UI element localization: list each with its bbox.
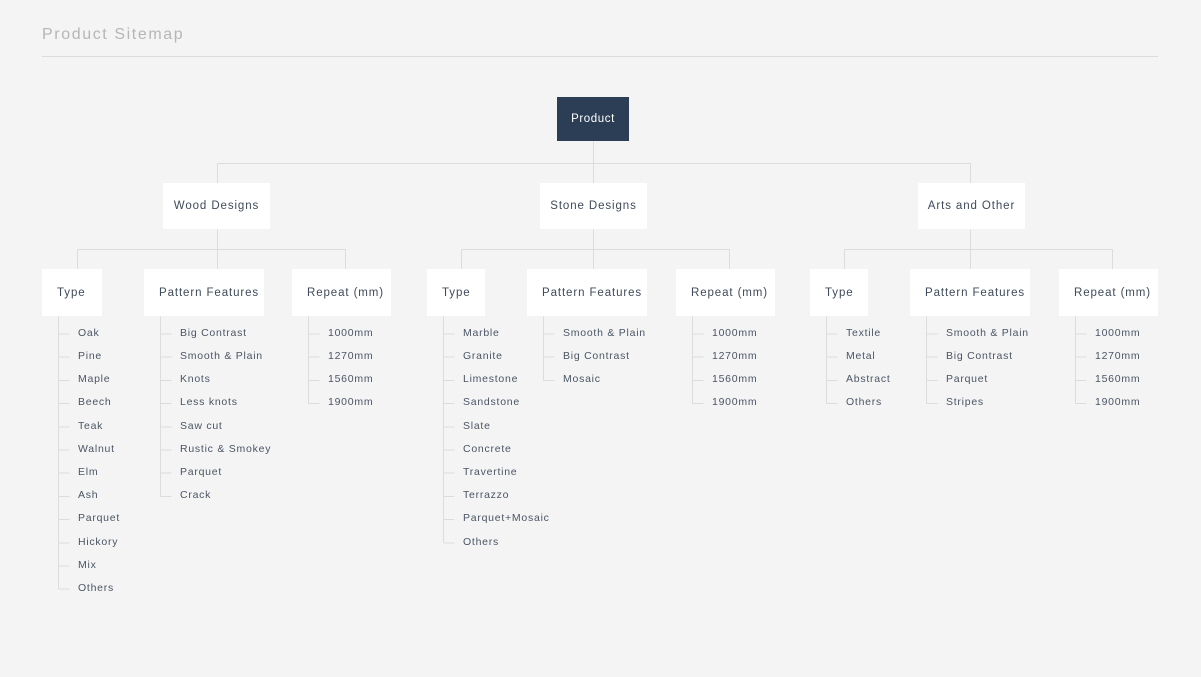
column-header-arts-and-other-pattern-features[interactable]: Pattern Features bbox=[910, 269, 1030, 316]
node-wood-designs-label: Wood Designs bbox=[173, 200, 260, 212]
leaf-item[interactable]: Metal bbox=[826, 345, 891, 368]
leaf-item[interactable]: Big Contrast bbox=[926, 345, 1029, 368]
leaf-item[interactable]: 1000mm bbox=[692, 322, 757, 345]
leaf-item[interactable]: Smooth & Plain bbox=[926, 322, 1029, 345]
leaf-item[interactable]: Others bbox=[58, 577, 120, 600]
leaf-list-stone-designs-repeat-mm: 1000mm 1270mm 1560mm 1900mm bbox=[692, 322, 757, 415]
column-header-arts-and-other-repeat-mm[interactable]: Repeat (mm) bbox=[1059, 269, 1158, 316]
leaf-item[interactable]: Rustic & Smokey bbox=[160, 438, 271, 461]
leaf-item[interactable]: Concrete bbox=[443, 438, 550, 461]
leaf-item[interactable]: Abstract bbox=[826, 368, 891, 391]
leaf-item[interactable]: Sandstone bbox=[443, 391, 550, 414]
leaf-item[interactable]: Marble bbox=[443, 322, 550, 345]
leaf-item[interactable]: Others bbox=[826, 391, 891, 414]
column-header-stone-designs-type[interactable]: Type bbox=[427, 269, 485, 316]
leaf-item[interactable]: Pine bbox=[58, 345, 120, 368]
leaf-item[interactable]: 1270mm bbox=[692, 345, 757, 368]
node-product-label: Product bbox=[571, 113, 615, 125]
leaf-item[interactable]: Limestone bbox=[443, 368, 550, 391]
leaf-list-stone-designs-type: Marble Granite Limestone Sandstone Slate Conc… bbox=[443, 322, 550, 554]
leaf-list-arts-and-other-type: Textile Metal Abstract Others bbox=[826, 322, 891, 415]
leaf-item[interactable]: Crack bbox=[160, 484, 271, 507]
leaf-list-arts-and-other-pattern-features: Smooth & Plain Big Contrast Parquet Stripes bbox=[926, 322, 1029, 415]
leaf-item[interactable]: Knots bbox=[160, 368, 271, 391]
leaf-item[interactable]: 1000mm bbox=[1075, 322, 1140, 345]
column-header-arts-and-other-type[interactable]: Type bbox=[810, 269, 868, 316]
leaf-item[interactable]: Others bbox=[443, 531, 550, 554]
page-header: Product Sitemap bbox=[42, 26, 1158, 57]
leaf-item[interactable]: Beech bbox=[58, 391, 120, 414]
leaf-item[interactable]: Ash bbox=[58, 484, 120, 507]
node-product[interactable]: Product bbox=[557, 97, 629, 141]
node-arts-and-other[interactable]: Arts and Other bbox=[918, 183, 1025, 229]
leaf-item[interactable]: Travertine bbox=[443, 461, 550, 484]
leaf-item[interactable]: 1560mm bbox=[308, 368, 373, 391]
leaf-item[interactable]: Terrazzo bbox=[443, 484, 550, 507]
leaf-item[interactable]: Elm bbox=[58, 461, 120, 484]
leaf-item[interactable]: Parquet bbox=[926, 368, 1029, 391]
leaf-item[interactable]: Parquet bbox=[58, 507, 120, 530]
node-stone-designs-label: Stone Designs bbox=[550, 200, 637, 212]
column-header-label: Pattern Features bbox=[159, 286, 260, 299]
column-header-label: Repeat (mm) bbox=[691, 286, 768, 299]
column-header-label: Type bbox=[825, 286, 854, 299]
leaf-item[interactable]: Slate bbox=[443, 415, 550, 438]
header-divider bbox=[42, 56, 1158, 57]
leaf-item[interactable]: Mix bbox=[58, 554, 120, 577]
leaf-item[interactable]: Smooth & Plain bbox=[543, 322, 646, 345]
leaf-item[interactable]: Less knots bbox=[160, 391, 271, 414]
leaf-item[interactable]: 1560mm bbox=[1075, 368, 1140, 391]
leaf-list-wood-designs-pattern-features: Big Contrast Smooth & Plain Knots Less knot… bbox=[160, 322, 271, 508]
leaf-item[interactable]: 1900mm bbox=[308, 391, 373, 414]
page-title: Product Sitemap bbox=[42, 26, 185, 43]
node-stone-designs[interactable]: Stone Designs bbox=[540, 183, 647, 229]
leaf-item[interactable]: 1270mm bbox=[308, 345, 373, 368]
leaf-item[interactable]: Textile bbox=[826, 322, 891, 345]
leaf-list-wood-designs-repeat-mm: 1000mm 1270mm 1560mm 1900mm bbox=[308, 322, 373, 415]
leaf-item[interactable]: Walnut bbox=[58, 438, 120, 461]
column-header-wood-designs-type[interactable]: Type bbox=[42, 269, 102, 316]
column-header-stone-designs-pattern-features[interactable]: Pattern Features bbox=[527, 269, 647, 316]
leaf-list-arts-and-other-repeat-mm: 1000mm 1270mm 1560mm 1900mm bbox=[1075, 322, 1140, 415]
leaf-item[interactable]: 1560mm bbox=[692, 368, 757, 391]
leaf-item[interactable]: Teak bbox=[58, 415, 120, 438]
column-header-label: Pattern Features bbox=[925, 286, 1026, 299]
column-header-label: Pattern Features bbox=[542, 286, 643, 299]
leaf-item[interactable]: 1900mm bbox=[1075, 391, 1140, 414]
leaf-item[interactable]: Stripes bbox=[926, 391, 1029, 414]
leaf-item[interactable]: Smooth & Plain bbox=[160, 345, 271, 368]
leaf-item[interactable]: Parquet bbox=[160, 461, 271, 484]
column-header-wood-designs-pattern-features[interactable]: Pattern Features bbox=[144, 269, 264, 316]
leaf-item[interactable]: Granite bbox=[443, 345, 550, 368]
node-wood-designs[interactable]: Wood Designs bbox=[163, 183, 270, 229]
leaf-item[interactable]: 1270mm bbox=[1075, 345, 1140, 368]
leaf-item[interactable]: Big Contrast bbox=[543, 345, 646, 368]
leaf-item[interactable]: 1000mm bbox=[308, 322, 373, 345]
leaf-list-wood-designs-type: Oak Pine Maple Beech Teak Walnut Elm Ash Parquet… bbox=[58, 322, 120, 600]
column-header-wood-designs-repeat-mm[interactable]: Repeat (mm) bbox=[292, 269, 391, 316]
column-header-stone-designs-repeat-mm[interactable]: Repeat (mm) bbox=[676, 269, 775, 316]
column-header-label: Repeat (mm) bbox=[307, 286, 384, 299]
leaf-item[interactable]: Oak bbox=[58, 322, 120, 345]
leaf-item[interactable]: Parquet+Mosaic bbox=[443, 507, 550, 530]
leaf-item[interactable]: Maple bbox=[58, 368, 120, 391]
column-header-label: Repeat (mm) bbox=[1074, 286, 1151, 299]
leaf-item[interactable]: Saw cut bbox=[160, 415, 271, 438]
leaf-item[interactable]: Hickory bbox=[58, 531, 120, 554]
node-arts-and-other-label: Arts and Other bbox=[927, 200, 1016, 212]
leaf-item[interactable]: Mosaic bbox=[543, 368, 646, 391]
leaf-list-stone-designs-pattern-features: Smooth & Plain Big Contrast Mosaic bbox=[543, 322, 646, 392]
column-header-label: Type bbox=[442, 286, 471, 299]
column-header-label: Type bbox=[57, 286, 86, 299]
sitemap-diagram: Product Wood Designs Stone Designs Arts … bbox=[0, 0, 1201, 677]
leaf-item[interactable]: Big Contrast bbox=[160, 322, 271, 345]
leaf-item[interactable]: 1900mm bbox=[692, 391, 757, 414]
